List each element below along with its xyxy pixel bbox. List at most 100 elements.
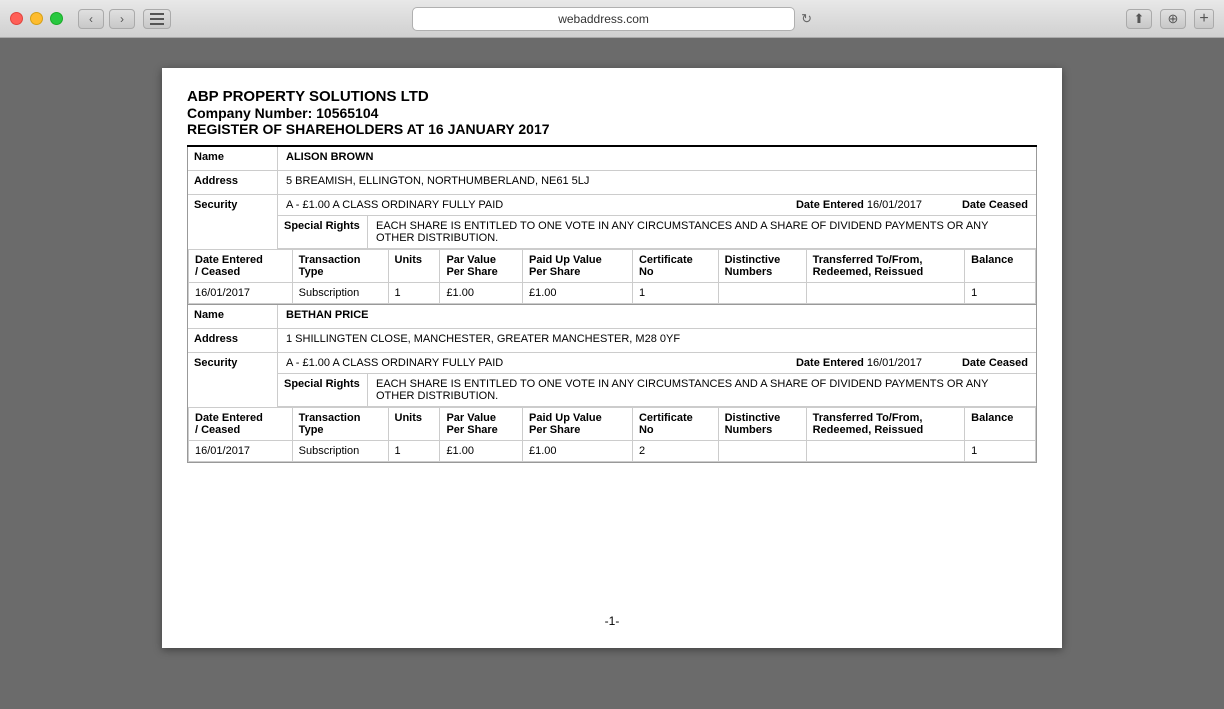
table-cell: 1 <box>388 441 440 462</box>
nav-buttons: ‹ › <box>78 9 135 29</box>
sidebar-toggle-button[interactable] <box>143 9 171 29</box>
transactions-table: Date Entered / CeasedTransaction TypeUni… <box>188 250 1036 304</box>
name-row: Name ALISON BROWN <box>188 147 1036 171</box>
new-tab-button[interactable]: + <box>1194 9 1214 29</box>
table-header: Par Value Per Share <box>440 250 523 283</box>
table-header: Certificate No <box>632 250 718 283</box>
company-name: ABP PROPERTY SOLUTIONS LTD <box>187 88 1037 105</box>
fullscreen-button[interactable]: ⊕ <box>1160 9 1186 29</box>
security-label: Security <box>188 353 278 407</box>
forward-button[interactable]: › <box>109 9 135 29</box>
table-cell <box>806 283 965 304</box>
table-cell: £1.00 <box>522 441 632 462</box>
special-rights-text: EACH SHARE IS ENTITLED TO ONE VOTE IN AN… <box>368 216 1036 248</box>
table-header: Date Entered / Ceased <box>189 250 293 283</box>
table-header: Units <box>388 408 440 441</box>
table-cell: 16/01/2017 <box>189 283 293 304</box>
special-rights-text: EACH SHARE IS ENTITLED TO ONE VOTE IN AN… <box>368 374 1036 406</box>
address-value: 1 SHILLINGTEN CLOSE, MANCHESTER, GREATER… <box>278 329 1036 352</box>
table-header: Balance <box>965 250 1036 283</box>
address-label: Address <box>188 171 278 194</box>
special-rights-label: Special Rights <box>278 374 368 406</box>
security-dates: Date Entered 16/01/2017 Date Ceased <box>796 357 1028 369</box>
name-value: ALISON BROWN <box>278 147 1036 170</box>
table-cell <box>806 441 965 462</box>
table-cell: 1 <box>965 283 1036 304</box>
shareholder-block: Name ALISON BROWN Address 5 BREAMISH, EL… <box>187 147 1037 305</box>
url-bar-area: webaddress.com ↻ <box>412 7 812 31</box>
special-rights-row: Special Rights EACH SHARE IS ENTITLED TO… <box>278 216 1036 249</box>
security-row: Security A - £1.00 A CLASS ORDINARY FULL… <box>188 353 1036 408</box>
special-rights-row: Special Rights EACH SHARE IS ENTITLED TO… <box>278 374 1036 407</box>
traffic-lights <box>10 12 63 25</box>
url-bar[interactable]: webaddress.com <box>412 7 795 31</box>
transactions-section: Date Entered / CeasedTransaction TypeUni… <box>188 408 1036 462</box>
table-cell <box>718 283 806 304</box>
register-title: REGISTER OF SHAREHOLDERS AT 16 JANUARY 2… <box>187 121 1037 137</box>
shareholders-container: Name ALISON BROWN Address 5 BREAMISH, EL… <box>187 147 1037 463</box>
security-label: Security <box>188 195 278 249</box>
url-text: webaddress.com <box>558 12 649 26</box>
transactions-table: Date Entered / CeasedTransaction TypeUni… <box>188 408 1036 462</box>
table-header: Units <box>388 250 440 283</box>
table-cell: £1.00 <box>440 283 523 304</box>
browser-content: ABP PROPERTY SOLUTIONS LTD Company Numbe… <box>0 38 1224 709</box>
security-main: A - £1.00 A CLASS ORDINARY FULLY PAID Da… <box>278 353 1036 374</box>
address-row: Address 1 SHILLINGTEN CLOSE, MANCHESTER,… <box>188 329 1036 353</box>
name-label: Name <box>188 305 278 328</box>
date-ceased-label: Date Ceased <box>962 357 1028 369</box>
company-number: Company Number: 10565104 <box>187 105 1037 121</box>
security-dates: Date Entered 16/01/2017 Date Ceased <box>796 199 1028 211</box>
share-button[interactable]: ⬆ <box>1126 9 1152 29</box>
table-header: Transaction Type <box>292 250 388 283</box>
titlebar-right-buttons: ⬆ ⊕ + <box>1126 9 1214 29</box>
table-header: Transferred To/From, Redeemed, Reissued <box>806 408 965 441</box>
table-row: 16/01/2017Subscription1£1.00£1.0021 <box>189 441 1036 462</box>
shareholder-block: Name BETHAN PRICE Address 1 SHILLINGTEN … <box>187 305 1037 463</box>
table-header: Certificate No <box>632 408 718 441</box>
table-cell: £1.00 <box>440 441 523 462</box>
company-number-label: Company Number: <box>187 105 312 121</box>
back-button[interactable]: ‹ <box>78 9 104 29</box>
table-header: Paid Up Value Per Share <box>522 250 632 283</box>
table-header: Transferred To/From, Redeemed, Reissued <box>806 250 965 283</box>
close-button[interactable] <box>10 12 23 25</box>
company-number-value: 10565104 <box>316 105 378 121</box>
reload-button[interactable]: ↻ <box>801 11 812 27</box>
security-description: A - £1.00 A CLASS ORDINARY FULLY PAID <box>286 357 796 369</box>
table-cell: Subscription <box>292 283 388 304</box>
table-cell: 1 <box>632 283 718 304</box>
table-cell <box>718 441 806 462</box>
table-cell: 1 <box>388 283 440 304</box>
table-cell: 1 <box>965 441 1036 462</box>
security-content: A - £1.00 A CLASS ORDINARY FULLY PAID Da… <box>278 195 1036 249</box>
table-row: 16/01/2017Subscription1£1.00£1.0011 <box>189 283 1036 304</box>
security-description: A - £1.00 A CLASS ORDINARY FULLY PAID <box>286 199 796 211</box>
address-row: Address 5 BREAMISH, ELLINGTON, NORTHUMBE… <box>188 171 1036 195</box>
table-cell: 2 <box>632 441 718 462</box>
table-header: Date Entered / Ceased <box>189 408 293 441</box>
date-ceased-label: Date Ceased <box>962 199 1028 211</box>
table-header: Transaction Type <box>292 408 388 441</box>
document-page: ABP PROPERTY SOLUTIONS LTD Company Numbe… <box>162 68 1062 648</box>
table-header: Balance <box>965 408 1036 441</box>
security-row: Security A - £1.00 A CLASS ORDINARY FULL… <box>188 195 1036 250</box>
transactions-section: Date Entered / CeasedTransaction TypeUni… <box>188 250 1036 304</box>
table-header: Distinctive Numbers <box>718 408 806 441</box>
date-entered-label: Date Entered 16/01/2017 <box>796 357 922 369</box>
security-content: A - £1.00 A CLASS ORDINARY FULLY PAID Da… <box>278 353 1036 407</box>
date-entered-label: Date Entered 16/01/2017 <box>796 199 922 211</box>
table-header: Par Value Per Share <box>440 408 523 441</box>
maximize-button[interactable] <box>50 12 63 25</box>
minimize-button[interactable] <box>30 12 43 25</box>
table-header: Paid Up Value Per Share <box>522 408 632 441</box>
special-rights-label: Special Rights <box>278 216 368 248</box>
table-header: Distinctive Numbers <box>718 250 806 283</box>
table-cell: Subscription <box>292 441 388 462</box>
table-cell: 16/01/2017 <box>189 441 293 462</box>
address-label: Address <box>188 329 278 352</box>
name-row: Name BETHAN PRICE <box>188 305 1036 329</box>
company-header: ABP PROPERTY SOLUTIONS LTD Company Numbe… <box>187 88 1037 147</box>
security-main: A - £1.00 A CLASS ORDINARY FULLY PAID Da… <box>278 195 1036 216</box>
titlebar: ‹ › webaddress.com ↻ ⬆ ⊕ + <box>0 0 1224 38</box>
